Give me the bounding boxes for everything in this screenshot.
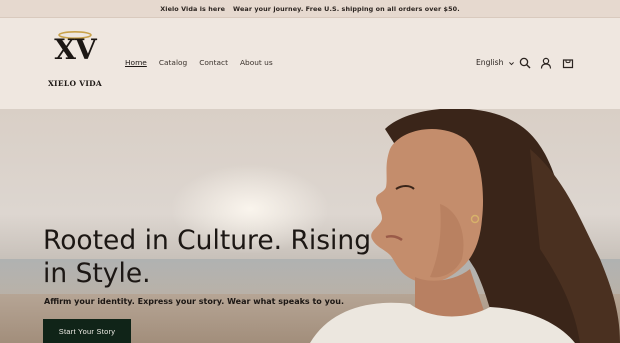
logo[interactable]: XV XIELO VIDA xyxy=(42,30,108,88)
hero-subtitle: Affirm your identity. Express your story… xyxy=(44,297,345,306)
nav-item-catalog[interactable]: Catalog xyxy=(159,58,187,68)
logo-name: XIELO VIDA xyxy=(47,79,103,88)
announcement-brand: Xielo Vida is here xyxy=(160,4,226,13)
language-label: English xyxy=(476,58,504,67)
language-selector[interactable]: English xyxy=(476,58,515,68)
search-icon[interactable] xyxy=(519,57,531,69)
main-nav: Home Catalog Contact About us xyxy=(125,58,285,68)
announcement-message: Wear your journey. Free U.S. shipping on… xyxy=(233,4,460,13)
hero-title: Rooted in Culture. Rising in Style. xyxy=(43,225,372,289)
announcement-bar: Xielo Vida is here Wear your journey. Fr… xyxy=(0,0,620,18)
chevron-down-icon xyxy=(509,61,515,65)
nav-item-home[interactable]: Home xyxy=(125,58,147,68)
nav-item-contact[interactable]: Contact xyxy=(199,58,228,68)
cart-icon[interactable] xyxy=(562,57,574,69)
start-your-story-button[interactable]: Start Your Story xyxy=(43,319,131,343)
logo-monogram: XV xyxy=(54,33,96,66)
nav-item-about-us[interactable]: About us xyxy=(240,58,273,68)
account-icon[interactable] xyxy=(540,57,552,69)
